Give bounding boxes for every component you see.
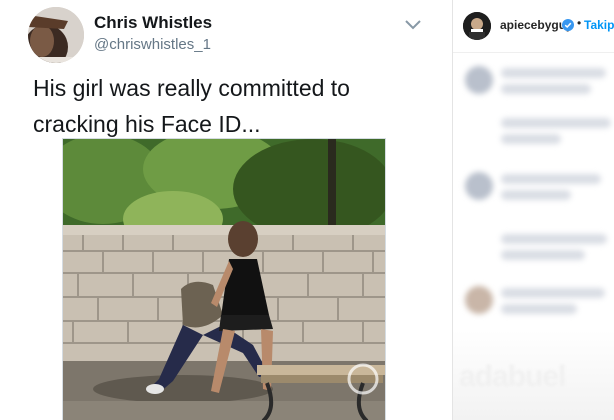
blurred-comment-line [501, 68, 606, 78]
instagram-panel: apiecebyguy • Takip E adabuel [453, 0, 614, 420]
blurred-comment-line [501, 134, 561, 144]
tweet-handle[interactable]: @chriswhistles_1 [94, 36, 211, 53]
blurred-comment-line [501, 190, 571, 200]
site-watermark: adabuel [459, 360, 566, 393]
comment-avatar[interactable] [465, 66, 493, 94]
follow-button[interactable]: Takip E [584, 18, 614, 32]
blurred-comment-line [501, 84, 591, 94]
verified-badge-icon [562, 18, 574, 31]
tweet-text: His girl was really committed to crackin… [33, 75, 350, 137]
tweet-card: Chris Whistles @chriswhistles_1 His girl… [0, 0, 452, 420]
blurred-comment-line [501, 250, 585, 260]
comment-avatar[interactable] [465, 286, 493, 314]
header-separator: • [577, 16, 582, 30]
tweet-photo[interactable] [62, 138, 386, 420]
chevron-down-icon[interactable] [404, 18, 422, 30]
tweet-author-avatar[interactable] [28, 7, 84, 63]
post-header: apiecebyguy • Takip E [453, 0, 614, 53]
blurred-comment-line [501, 234, 607, 244]
comment-item [453, 226, 614, 288]
tweet-display-name[interactable]: Chris Whistles [94, 13, 212, 33]
comment-avatar[interactable] [465, 172, 493, 200]
comment-item [453, 110, 614, 172]
blurred-comment-line [501, 118, 611, 128]
profile-avatar[interactable] [463, 12, 491, 40]
blurred-comment-line [501, 288, 605, 298]
blurred-comment-line [501, 174, 601, 184]
comment-item [453, 166, 614, 228]
blurred-comment-line [501, 304, 577, 314]
